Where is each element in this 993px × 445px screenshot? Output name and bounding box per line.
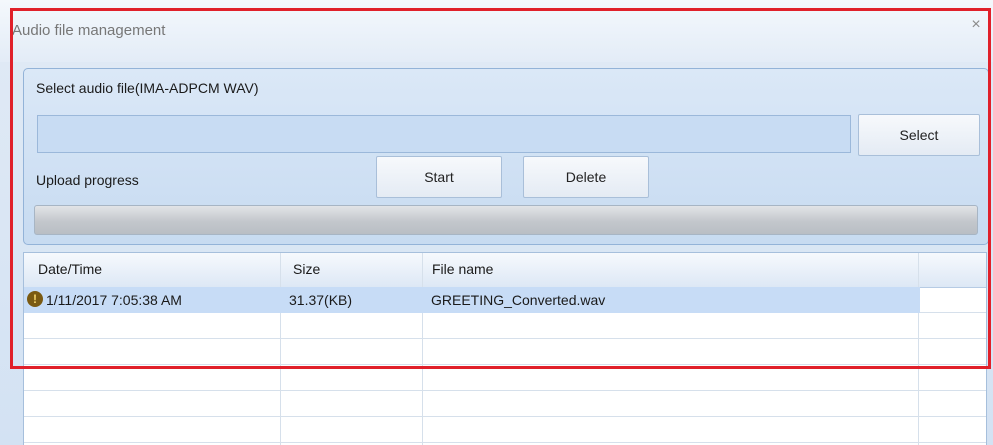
file-path-input[interactable] xyxy=(37,115,851,153)
close-icon[interactable]: × xyxy=(969,17,983,33)
table-row[interactable]: ! 1/11/2017 7:05:38 AM 31.37(KB) GREETIN… xyxy=(24,287,986,313)
window-title: Audio file management xyxy=(12,22,166,39)
table-row-empty xyxy=(24,339,986,365)
column-header-datetime[interactable]: Date/Time xyxy=(38,261,102,277)
table-row-empty xyxy=(24,365,986,391)
row-size: 31.37(KB) xyxy=(289,292,353,308)
table-row-empty xyxy=(24,417,986,443)
table-row-empty xyxy=(24,391,986,417)
row-filename: GREETING_Converted.wav xyxy=(431,292,606,308)
column-header-size[interactable]: Size xyxy=(293,261,320,277)
select-audio-file-label: Select audio file(IMA-ADPCM WAV) xyxy=(36,80,259,96)
audio-file-table: Date/Time Size File name ! 1/11/2017 7:0… xyxy=(23,252,987,445)
table-row-empty xyxy=(24,313,986,339)
row-datetime: 1/11/2017 7:05:38 AM xyxy=(46,292,182,308)
delete-button[interactable]: Delete xyxy=(523,156,649,198)
start-button[interactable]: Start xyxy=(376,156,502,198)
column-header-filename[interactable]: File name xyxy=(432,261,493,277)
warning-icon: ! xyxy=(27,291,43,307)
upload-progress-label: Upload progress xyxy=(36,172,139,188)
upload-progress-bar xyxy=(34,205,978,235)
table-header: Date/Time Size File name xyxy=(24,253,986,288)
select-button[interactable]: Select xyxy=(858,114,980,156)
audio-file-management-window: Audio file management × Select audio fil… xyxy=(0,0,993,445)
title-bar: Audio file management × xyxy=(0,0,993,62)
